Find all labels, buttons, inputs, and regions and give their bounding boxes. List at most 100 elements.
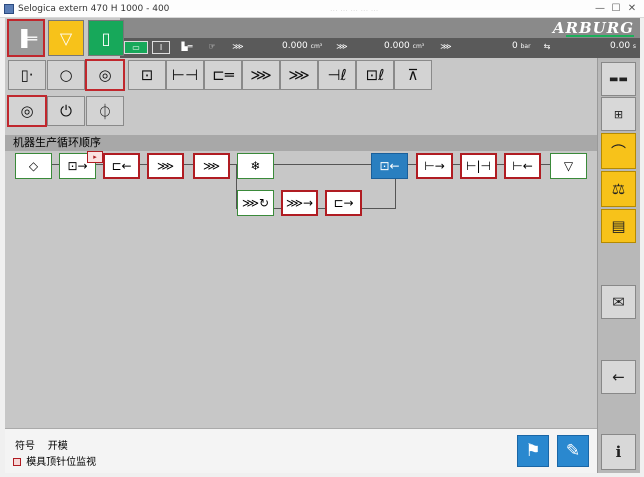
seq-hold-pressure[interactable]: ⊢← <box>504 153 541 179</box>
maximize-button[interactable]: ☐ <box>608 2 624 16</box>
hold-pressure-icon: ⊢← <box>512 159 533 173</box>
info-icon: i <box>615 443 622 461</box>
status-mode-icon: ▭ <box>124 41 148 54</box>
quality-graph-button[interactable]: ⚖ <box>601 171 636 207</box>
pencil-icon: ✎ <box>565 441 581 461</box>
tool-robot[interactable]: ⊼ <box>394 60 432 90</box>
tool-single-cycle[interactable]: ▯· <box>8 60 46 90</box>
tool-core-pull[interactable]: ⊏═ <box>204 60 242 90</box>
seq-mold-close[interactable]: ⊡← <box>371 153 408 179</box>
pressure-icon: ⋙ <box>440 42 452 51</box>
layout-icon: ▬▬ <box>609 73 628 85</box>
injection-icon: ⊢|⊣ <box>466 159 491 173</box>
mold-frame-icon: ⊡ <box>140 66 154 84</box>
status-value-4: 0.00 s <box>610 41 637 51</box>
screw-icon-2: ⋙ <box>336 42 348 51</box>
symbol-value: 开模 <box>47 441 68 452</box>
nozzle-forward-icon: ⊢→ <box>424 159 445 173</box>
scale-graph-icon: ⚖ <box>611 180 626 198</box>
seq-decompression[interactable]: ⋙→ <box>281 190 318 216</box>
screw-back-icon: ⋙ <box>156 159 175 173</box>
monitor-label: 模具顶针位监视 <box>26 457 97 468</box>
core-pull-icon: ⊏═ <box>212 66 234 84</box>
page-title: 机器生产循环顺序 <box>5 135 597 151</box>
close-button[interactable]: ✕ <box>624 2 640 16</box>
seq-cooling[interactable]: ❄ <box>237 153 274 179</box>
info-button[interactable]: i <box>601 434 636 470</box>
seq-start[interactable]: ◇ <box>15 153 52 179</box>
graph-icon: ⌒ <box>610 142 626 161</box>
screw-icon-1: ⋙ <box>232 42 244 51</box>
seq-injection[interactable]: ⊢|⊣ <box>460 153 497 179</box>
screw-icon: ⋙ <box>250 66 272 84</box>
tool-dosing[interactable]: ⋙ <box>280 60 318 90</box>
cycle-icon: ⇆ <box>543 42 551 51</box>
back-button[interactable]: ← <box>601 360 636 394</box>
seq-dosing[interactable]: ⋙↻ <box>237 190 274 216</box>
ejector-forward-icon: ⊏← <box>111 159 132 173</box>
tool-temperature[interactable]: ⊣ℓ <box>318 60 356 90</box>
legend-panel: 符号 开模 模具顶针位监视 ⚑ ✎ <box>5 428 597 473</box>
brand-bar: ARBURG <box>120 18 640 38</box>
start-diamond-icon: ◇ <box>28 159 39 173</box>
sequence-canvas: ◇ ⊡→ ⊏← ⋙ ⋙ ❄ ⊡← ⊢→ ⊢|⊣ ⊢← ▽ ⋙↻ ⋙→ ⊏→ ▸ <box>5 151 597 428</box>
seq-nozzle-back[interactable]: ⊏→ <box>325 190 362 216</box>
status-value-1: 0.000 cm³ <box>282 41 323 51</box>
window-titlebar: Selogica extern 470 H 1000 - 400 ... ...… <box>0 0 644 18</box>
mold-button[interactable]: ▐═ <box>7 19 45 57</box>
mold-temp-icon: ⊡ℓ <box>365 66 385 84</box>
monitor-marker-icon <box>13 458 21 466</box>
back-arrow-icon: ← <box>612 368 625 386</box>
mold-open-icon: ⊡→ <box>67 159 88 173</box>
symbol-label: 符号 <box>15 441 35 452</box>
manual-mode-badge[interactable]: I <box>152 41 170 54</box>
overview-button[interactable]: ⊞ <box>601 97 636 131</box>
document-icon: ▤ <box>611 217 626 235</box>
brand-underline <box>566 35 634 37</box>
screen-layout-button[interactable]: ▬▬ <box>601 62 636 96</box>
protocol-button[interactable]: ▤ <box>601 209 636 243</box>
seq-screw-2[interactable]: ⋙ <box>193 153 230 179</box>
message-button[interactable]: ✉ <box>601 285 636 319</box>
decompression-icon: ⋙→ <box>285 196 314 210</box>
tool-mold-temp[interactable]: ⊡ℓ <box>356 60 394 90</box>
injection-unit-icon: ▙═ <box>181 42 193 51</box>
snowflake-icon: ❄ <box>250 159 261 173</box>
tool-auto-cycle[interactable]: ◎ <box>7 95 47 127</box>
ejector-monitor-marker[interactable]: ▸ <box>87 151 103 163</box>
status-value-3: 0 bar <box>512 41 531 51</box>
seq-end[interactable]: ▽ <box>550 153 587 179</box>
end-triangle-icon: ▽ <box>563 159 574 173</box>
app-icon <box>4 4 14 14</box>
monitor-legend: 模具顶针位监视 <box>13 453 96 468</box>
nozzle-button[interactable]: ▽ <box>48 20 84 56</box>
minimize-button[interactable]: — <box>592 2 608 16</box>
circle-icon: ○ <box>59 66 73 84</box>
tool-mold[interactable]: ⊡ <box>128 60 166 90</box>
tool-cycle-spiral[interactable]: ◎ <box>85 59 125 91</box>
symbol-legend: 符号 开模 <box>15 437 68 452</box>
tool-cycle-hold[interactable]: ⏀ <box>86 96 124 126</box>
thermometer-icon: ⊣ℓ <box>327 66 347 84</box>
mold-icon: ▐═ <box>15 28 37 48</box>
status-bar: ▭ I ▙═ ☞ ⋙ 0.000 cm³ ⋙ 0.000 cm³ ⋙ 0 bar… <box>120 38 640 58</box>
seq-ejector-forward[interactable]: ⊏← <box>103 153 140 179</box>
edit-button[interactable]: ✎ <box>557 435 589 467</box>
nozzle-back-icon: ⊏→ <box>333 196 354 210</box>
tool-cycle-empty[interactable]: ○ <box>47 60 85 90</box>
door-icon: ▯ <box>101 28 111 48</box>
faded-text: ... ... ... ... ... <box>330 4 379 13</box>
status-value-2: 0.000 cm³ <box>384 41 425 51</box>
seq-screw-1[interactable]: ⋙ <box>147 153 184 179</box>
hand-icon: ☞ <box>208 42 216 51</box>
flag-button[interactable]: ⚑ <box>517 435 549 467</box>
window-title: Selogica extern 470 H 1000 - 400 <box>18 4 170 14</box>
tool-screw[interactable]: ⋙ <box>242 60 280 90</box>
door-button[interactable]: ▯ <box>88 20 124 56</box>
seq-nozzle-forward[interactable]: ⊢→ <box>416 153 453 179</box>
single-cycle-icon: ▯· <box>20 66 34 84</box>
process-graph-button[interactable]: ⌒ <box>601 133 636 169</box>
tool-cycle-stop[interactable]: ⏻ <box>47 96 85 126</box>
tool-ejector[interactable]: ⊢⊣ <box>166 60 204 90</box>
nozzle-icon: ▽ <box>59 28 73 48</box>
